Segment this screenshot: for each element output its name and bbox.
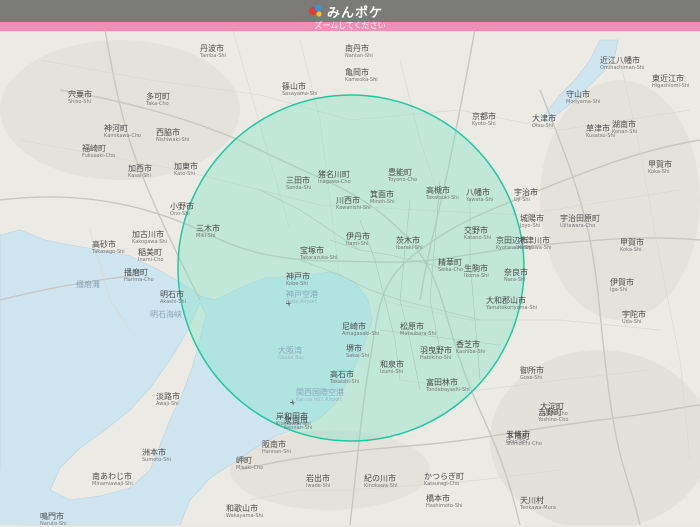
- map-label: 三木市 Miki-Shi: [196, 224, 220, 239]
- map-label: 生駒市 Ikoma-Shi: [464, 264, 489, 279]
- map-label: 橋本市 Hashimoto-Shi: [426, 494, 463, 509]
- map-label: 泉南市 Sennan-Shi: [284, 416, 313, 431]
- map-label: 伊賀市 Iga-Shi: [610, 278, 634, 293]
- map-label: 神戸空港 Kobe Airport: [286, 290, 318, 305]
- map-label: 富田林市 Tondabayashi-Shi: [426, 378, 470, 393]
- map-label: 猪名川町 Inagawa-Cho: [318, 170, 351, 185]
- map-label: 守山市 Moriyama-Shi: [566, 90, 601, 105]
- map-label: 甲賀市 Koka-Shi: [648, 160, 672, 175]
- map-label: 神河町 Kamikawa-Cho: [104, 124, 142, 139]
- map-label: 京都市 Kyoto-Shi: [472, 112, 496, 127]
- map-label: 篠山市 Sasayama-Shi: [282, 82, 318, 97]
- map-label: 加古川市 Kakogawa-Shi: [132, 230, 167, 245]
- map-label: 丹波市 Tamba-Shi: [200, 44, 226, 59]
- map-label: 神戸市 Kobe-Shi: [286, 272, 310, 287]
- zoom-notice-text: ズームしてください: [314, 21, 386, 30]
- map-label: 南丹市 Nantan-Shi: [345, 44, 373, 59]
- map-label: 高石市 Takaishi-Shi: [330, 370, 360, 385]
- map-label: 小野市 Ono-Shi: [170, 202, 194, 217]
- map-label: 豊能町 Toyono-Cho: [388, 168, 418, 183]
- header-bar: みんポケ: [0, 0, 700, 22]
- logo-pin-icon: [309, 4, 322, 17]
- map-label: 草津市 Kusatsu-Shi: [586, 124, 616, 139]
- map-label: 大津市 Otsu-Shi: [532, 114, 556, 129]
- map-label: 東近江市 Higashiomi-Shi: [652, 74, 690, 89]
- map-label: 播磨灘: [76, 280, 100, 289]
- map-label: 加西市 Kasai-Shi: [128, 164, 152, 179]
- zoom-notice-bar: ズームしてください: [0, 21, 700, 31]
- map-label: 関西国際空港 Kansai Int'l Airport: [296, 388, 344, 403]
- map-label: 明石市 Akashi-Shi: [160, 290, 186, 305]
- map-label: 高砂市 Takasago-Shi: [92, 240, 125, 255]
- map-label: 淡路市 Awaji-Shi: [156, 392, 180, 407]
- map-label: 木津川市 Kizugawa-Shi: [518, 236, 552, 251]
- map-label: 箕面市 Minoh-Shi: [370, 190, 395, 205]
- map-label: 三田市 Sanda-Shi: [286, 176, 312, 191]
- map-label: 奈良市 Nara-Shi: [504, 268, 528, 283]
- map-label: 湖南市 Konan-Shi: [612, 120, 638, 135]
- map-label: 多可町 Taka-Cho: [146, 92, 170, 107]
- map-label: 香芝市 Kashiba-Shi: [456, 340, 486, 355]
- map-label: 交野市 Katano-Shi: [464, 226, 492, 241]
- map-label: 紀の川市 Kinokawa-Shi: [364, 474, 398, 489]
- map-label: かつらぎ町 Katsuragi-Cho: [424, 472, 464, 487]
- map-label: 伊丹市 Itami-Shi: [346, 232, 370, 247]
- map-label: 甲賀市 Koka-Shi: [620, 238, 644, 253]
- map-label: 西脇市 Nishiwaki-Shi: [156, 128, 190, 143]
- map-label: 洲本市 Sumoto-Shi: [142, 448, 171, 463]
- map-label: 吉野町 Yoshino-Cho: [538, 408, 569, 423]
- map-label: 御所市 Gose-Shi: [520, 366, 544, 381]
- map-label: 大和郡山市 Yamatokoriyama-Shi: [486, 296, 538, 311]
- map-label: 高槻市 Takatsuki-Shi: [426, 186, 459, 201]
- map-label: 近江八幡市 Omihachiman-Shi: [600, 56, 645, 71]
- map-label: 八幡市 Yawata-Shi: [466, 188, 494, 203]
- map-label: 和泉市 Izumi-Shi: [380, 360, 404, 375]
- map-label: 下市町 Shimoichi-Cho: [506, 432, 542, 447]
- map-label: 宝塚市 Takarazuka-Shi: [300, 246, 338, 261]
- map-label: 大阪湾 Osaka Bay: [278, 346, 305, 361]
- map-label: 福崎町 Fukusaki-Cho: [82, 144, 116, 159]
- app-logo[interactable]: みんポケ: [308, 2, 384, 21]
- map-label: 亀岡市 Kameoka-Shi: [345, 68, 378, 83]
- map-label: 川西市 Kawanishi-Shi: [336, 196, 371, 211]
- map-label: 羽曳野市 Habikino-Shi: [420, 346, 452, 361]
- map-label: 阪南市 Hannan-Shi: [262, 440, 291, 455]
- map-label: 和歌山市 Wakayama-Shi: [226, 504, 264, 519]
- map-label: 加東市 Kato-Shi: [174, 162, 198, 177]
- map-label: 尼崎市 Amagasaki-Shi: [342, 322, 380, 337]
- map-label: 精華町 Seika-Cho: [438, 258, 464, 273]
- map-label: 松原市 Matsubara-Shi: [400, 322, 437, 337]
- map-label: 宇陀市 Uda-Shi: [622, 310, 646, 325]
- map-label: 天川村 Tenkawa-Mura: [520, 496, 556, 511]
- logo-text: みんポケ: [327, 5, 384, 21]
- map-label: 南あわじ市 Minamiawaji-Shi: [92, 472, 133, 487]
- map-label: 堺市 Sakai-Shi: [346, 344, 370, 359]
- map-label: 稲美町 Inami-Cho: [138, 248, 164, 263]
- map-label: 茨木市 Ibaraki-Shi: [396, 236, 423, 251]
- map-label: 宇治市 Uji-Shi: [514, 188, 538, 203]
- map-label: 明石海峡: [150, 310, 182, 319]
- map-label: 岩出市 Iwade-Shi: [306, 474, 331, 489]
- map-label: 城陽市 Joyo-Shi: [520, 214, 544, 229]
- map-label: 宍粟市 Shiso-Shi: [68, 90, 92, 105]
- map-label: 播磨町 Harima-Cho: [124, 268, 154, 283]
- map-label: 宇治田原町 Ujitawara-Cho: [560, 214, 600, 229]
- map-label: 岬町 Misaki-Cho: [236, 456, 264, 471]
